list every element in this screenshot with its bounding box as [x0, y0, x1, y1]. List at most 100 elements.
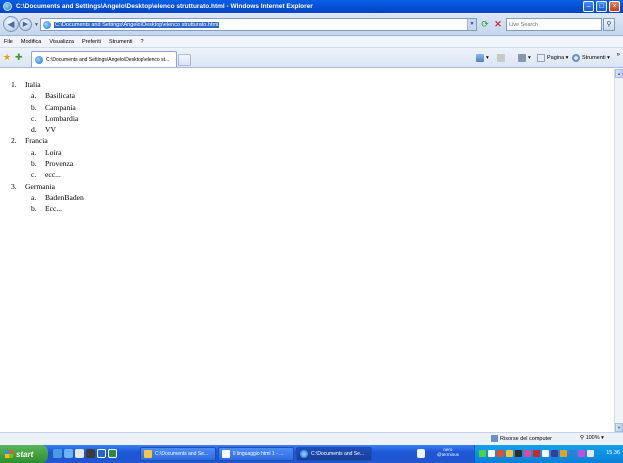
print-button[interactable]: ▾: [518, 54, 531, 62]
more-commands-chevron[interactable]: »: [617, 52, 620, 58]
page-content: 1. Italia a. Basilicata b. Campania c. Lomba…: [0, 69, 614, 432]
history-dropdown-icon[interactable]: ▼: [34, 22, 39, 28]
menu-favorites[interactable]: Preferiti: [82, 39, 101, 45]
word-icon[interactable]: [97, 449, 106, 458]
tray-icon[interactable]: [479, 450, 486, 457]
list-item-label: Italia: [25, 80, 41, 89]
security-zone-label: Risorse del computer: [500, 435, 552, 442]
zoom-control[interactable]: ⚲ 100% ▾: [580, 435, 604, 441]
tray-icon[interactable]: [524, 450, 531, 457]
taskbar-item-label: C:\Documents and Se...: [155, 451, 209, 457]
sub-list-item-label: Lombardia: [45, 113, 79, 123]
forward-button[interactable]: ▶: [19, 18, 32, 31]
address-field[interactable]: C:\Documents and Settings\Angelo\Desktop…: [40, 18, 477, 31]
close-button[interactable]: ×: [609, 1, 620, 12]
scroll-down-arrow[interactable]: ▼: [615, 423, 623, 432]
start-label: start: [16, 449, 34, 459]
computer-icon: [491, 435, 498, 442]
zoom-level: 100%: [585, 435, 600, 441]
menu-tools[interactable]: Strumenti: [109, 39, 133, 45]
sub-list-item-label: Campania: [45, 102, 76, 112]
search-field[interactable]: [506, 18, 602, 31]
sub-list: a. BadenBaden b. Ecc...: [31, 192, 84, 215]
tray-icon[interactable]: [506, 450, 513, 457]
sub-list-item-label: Loira: [45, 147, 62, 157]
sub-list-item: b. Provenza: [31, 158, 84, 169]
folder-icon: [144, 450, 152, 458]
favorites-star-icon[interactable]: ★: [3, 53, 11, 62]
sub-list-item-label: Provenza: [45, 159, 74, 169]
tray-icon[interactable]: [488, 450, 495, 457]
sub-list-item: a. Loira: [31, 147, 84, 158]
tray-icon[interactable]: [497, 450, 504, 457]
status-bar: Risorse del computer ⚲ 100% ▾: [0, 432, 623, 445]
sub-list-item-label: ecc...: [45, 170, 61, 180]
address-dropdown-icon[interactable]: ▼: [467, 19, 476, 30]
page-menu-icon: [537, 54, 545, 62]
menu-edit[interactable]: Modifica: [21, 39, 41, 45]
home-icon: [476, 54, 484, 62]
taskbar-item-explorer[interactable]: C:\Documents and Se...: [140, 447, 216, 461]
ie-icon: [3, 2, 12, 11]
tab-current[interactable]: C:\Documents and Settings\Angelo\Desktop…: [31, 51, 177, 67]
taskbar-item-browser[interactable]: C:\Documents and Se...: [296, 447, 372, 461]
page-menu[interactable]: Pagina ▾: [537, 54, 568, 62]
search-icon[interactable]: ⚲: [603, 18, 615, 31]
tray-icon[interactable]: [551, 450, 558, 457]
gear-icon: [572, 54, 580, 62]
maximize-button[interactable]: □: [596, 1, 607, 12]
ie-icon: [300, 450, 308, 458]
scroll-up-arrow[interactable]: ▲: [615, 69, 623, 78]
list-number: 2.: [11, 136, 17, 146]
quicklaunch-icon[interactable]: [75, 449, 84, 458]
ie-quicklaunch-icon[interactable]: [64, 449, 73, 458]
sub-list-item: c. Lombardia: [31, 113, 84, 124]
printer-icon: [518, 54, 526, 62]
tray-icon[interactable]: [533, 450, 540, 457]
sub-list: a. Basilicata b. Campania c. Lombardia d. VV: [31, 90, 84, 135]
show-desktop-icon[interactable]: [53, 449, 62, 458]
menu-file[interactable]: File: [4, 39, 13, 45]
feeds-button[interactable]: [497, 54, 507, 62]
list-item: 1. Italia a. Basilicata b. Campania c. Lomba…: [11, 79, 84, 135]
volume-icon[interactable]: [587, 450, 594, 457]
excel-icon[interactable]: [108, 449, 117, 458]
home-button[interactable]: ▾: [476, 54, 489, 62]
nero-widget[interactable]: nero @terminus: [437, 447, 459, 457]
media-player-icon[interactable]: [86, 449, 95, 458]
taskbar-item-label: C:\Documents and Se...: [311, 451, 365, 457]
stop-icon[interactable]: ✕: [492, 18, 504, 30]
language-icon[interactable]: [417, 449, 425, 458]
tray-icon[interactable]: [569, 450, 576, 457]
security-zone[interactable]: Risorse del computer: [491, 435, 552, 442]
address-url[interactable]: C:\Documents and Settings\Angelo\Desktop…: [54, 21, 220, 28]
window-controls: – □ ×: [583, 1, 620, 12]
sub-list-item-label: Ecc...: [45, 204, 63, 214]
tray-icon[interactable]: [515, 450, 522, 457]
refresh-icon[interactable]: ⟳: [479, 18, 491, 30]
back-button[interactable]: ◀: [3, 16, 19, 32]
new-tab-button[interactable]: [178, 54, 191, 66]
sub-list-item: b. Campania: [31, 102, 84, 113]
taskbar: start C:\Documents and Se... Il linguagg…: [0, 445, 623, 463]
tray-icon[interactable]: [578, 450, 585, 457]
menu-bar: File Modifica Visualizza Preferiti Strum…: [0, 36, 623, 48]
tools-menu[interactable]: Strumenti ▾: [572, 54, 610, 62]
clock[interactable]: 15.36: [606, 450, 620, 456]
minimize-button[interactable]: –: [583, 1, 594, 12]
window-title-bar[interactable]: C:\Documents and Settings\Angelo\Desktop…: [0, 0, 623, 13]
tray-icon[interactable]: [542, 450, 549, 457]
add-favorite-icon[interactable]: ✚: [15, 53, 23, 62]
sub-list-letter: b.: [31, 204, 37, 214]
start-button[interactable]: start: [0, 445, 48, 463]
search-input[interactable]: [507, 19, 597, 30]
vertical-scrollbar[interactable]: ▲ ▼: [614, 69, 623, 432]
sub-list-letter: a.: [31, 147, 37, 157]
sub-list: a. Loira b. Provenza c. ecc...: [31, 147, 84, 181]
document-icon: [222, 450, 230, 458]
taskbar-item-label: Il linguaggio html 1 - ...: [233, 451, 284, 457]
tray-icon[interactable]: [560, 450, 567, 457]
menu-help[interactable]: ?: [141, 39, 144, 45]
menu-view[interactable]: Visualizza: [49, 39, 74, 45]
taskbar-item-document[interactable]: Il linguaggio html 1 - ...: [218, 447, 294, 461]
